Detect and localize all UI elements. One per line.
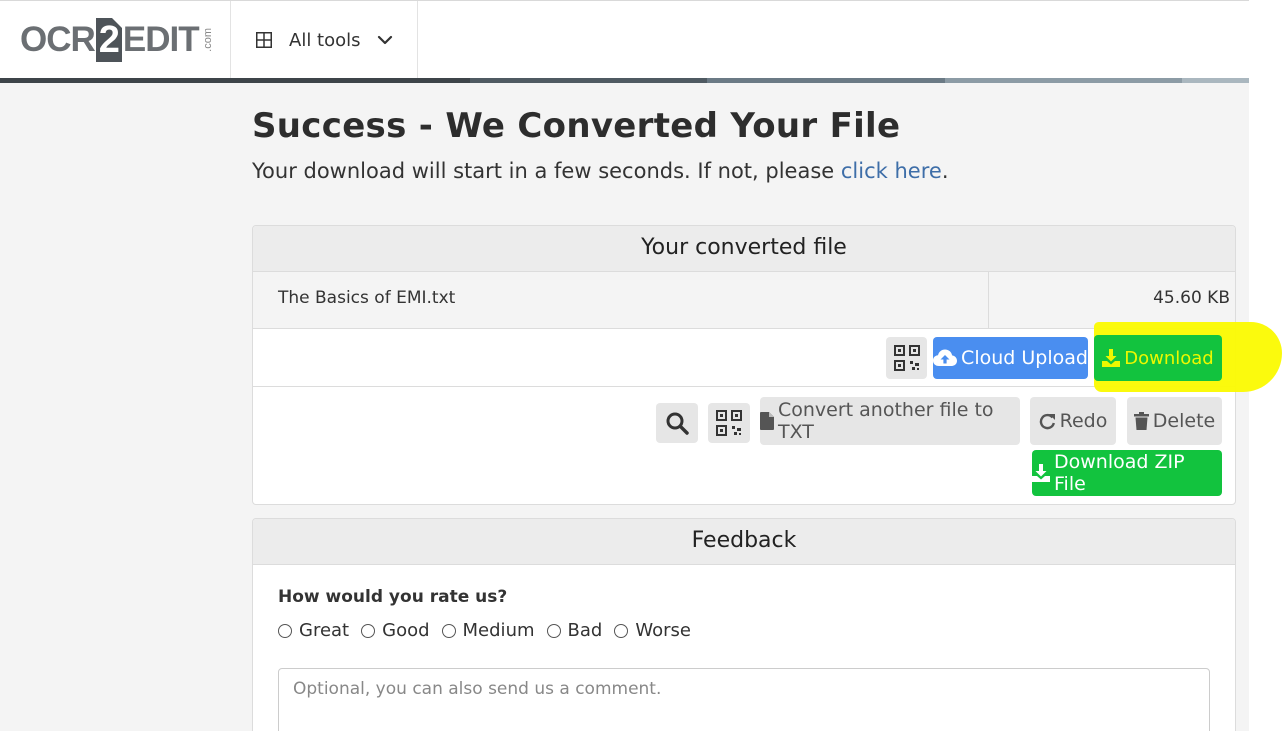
- feedback-body: How would you rate us? Great Good Medium…: [253, 565, 1235, 731]
- comment-placeholder: Optional, you can also send us a comment…: [293, 679, 662, 699]
- qr-code-icon: [716, 410, 742, 436]
- rating-options: Great Good Medium Bad Worse: [278, 620, 703, 641]
- page-subtitle: Your download will start in a few second…: [252, 159, 949, 183]
- download-label: Download: [1124, 347, 1214, 369]
- qr-code-button[interactable]: [886, 337, 927, 379]
- logo-two-text: 2: [95, 18, 123, 62]
- file-name: The Basics of EMI.txt: [278, 288, 456, 308]
- download-zip-button[interactable]: Download ZIP File: [1032, 450, 1222, 496]
- redo-button[interactable]: Redo: [1030, 397, 1116, 445]
- more-actions: Convert another file to TXT Redo Delete: [253, 387, 1235, 504]
- subtitle-text: Your download will start in a few second…: [252, 159, 835, 183]
- rating-option-label: Bad: [567, 620, 603, 641]
- page-title: Success - We Converted Your File: [252, 106, 901, 146]
- rating-option-bad[interactable]: Bad: [546, 620, 603, 641]
- file-size: 45.60 KB: [1153, 288, 1230, 308]
- delete-button[interactable]: Delete: [1127, 397, 1222, 445]
- download-icon: [1032, 464, 1050, 482]
- trash-icon: [1133, 412, 1149, 430]
- qr-code-button[interactable]: [708, 403, 750, 443]
- preview-button[interactable]: [656, 403, 698, 443]
- file-actions: Cloud Upload: [253, 329, 1235, 387]
- download-icon: [1102, 349, 1121, 367]
- rating-option-label: Good: [382, 620, 430, 641]
- click-here-link[interactable]: click here: [841, 159, 942, 183]
- qr-code-icon: [893, 345, 920, 371]
- rating-option-great[interactable]: Great: [278, 620, 349, 641]
- radio-circle[interactable]: [361, 623, 376, 638]
- logo-com-text: .com: [201, 28, 214, 52]
- all-tools-menu[interactable]: All tools: [256, 23, 393, 57]
- feedback-card: Feedback How would you rate us? Great Go…: [252, 518, 1236, 731]
- download-zip-label: Download ZIP File: [1054, 451, 1185, 495]
- convert-another-label: Convert another file to TXT: [778, 399, 994, 443]
- cloud-upload-icon: [933, 349, 958, 366]
- header-divider: [417, 1, 418, 78]
- rating-option-worse[interactable]: Worse: [614, 620, 691, 641]
- chevron-down-icon: [377, 35, 392, 45]
- top-navbar: OCR 2 EDIT .com All tools: [0, 0, 1249, 84]
- radio-circle[interactable]: [546, 623, 561, 638]
- ocr2edit-logo[interactable]: OCR 2 EDIT .com: [20, 15, 214, 65]
- redo-label: Redo: [1059, 410, 1108, 432]
- converted-file-card: Your converted file The Basics of EMI.tx…: [252, 225, 1236, 505]
- logo-ocr-text: OCR: [20, 20, 96, 59]
- comment-textarea[interactable]: Optional, you can also send us a comment…: [278, 668, 1210, 731]
- file-icon: [760, 412, 774, 430]
- cloud-upload-button[interactable]: Cloud Upload: [933, 337, 1088, 379]
- redo-icon: [1039, 413, 1055, 429]
- rating-question: How would you rate us?: [278, 587, 508, 607]
- rating-option-medium[interactable]: Medium: [441, 620, 535, 641]
- main-content: Success - We Converted Your File Your do…: [0, 83, 1249, 731]
- rating-option-label: Worse: [635, 620, 691, 641]
- subtitle-period: .: [941, 159, 949, 183]
- radio-circle[interactable]: [614, 623, 629, 638]
- cloud-upload-label: Cloud Upload: [961, 347, 1088, 369]
- radio-circle[interactable]: [278, 623, 292, 638]
- search-icon: [666, 412, 689, 435]
- file-row: The Basics of EMI.txt 45.60 KB: [253, 272, 1235, 329]
- file-size-cell: 45.60 KB: [988, 272, 1235, 328]
- logo-edit-text: EDIT: [122, 20, 200, 59]
- all-tools-label: All tools: [289, 29, 361, 51]
- rating-option-good[interactable]: Good: [361, 620, 430, 641]
- delete-label: Delete: [1152, 410, 1216, 432]
- converted-file-heading: Your converted file: [253, 226, 1235, 272]
- convert-another-button[interactable]: Convert another file to TXT: [760, 397, 1020, 445]
- download-button[interactable]: Download: [1094, 335, 1222, 381]
- radio-circle[interactable]: [441, 623, 456, 638]
- grid-icon: [256, 32, 272, 48]
- header-divider: [230, 1, 231, 78]
- rating-option-label: Great: [299, 620, 350, 641]
- rating-option-label: Medium: [462, 620, 535, 641]
- feedback-heading: Feedback: [253, 519, 1235, 565]
